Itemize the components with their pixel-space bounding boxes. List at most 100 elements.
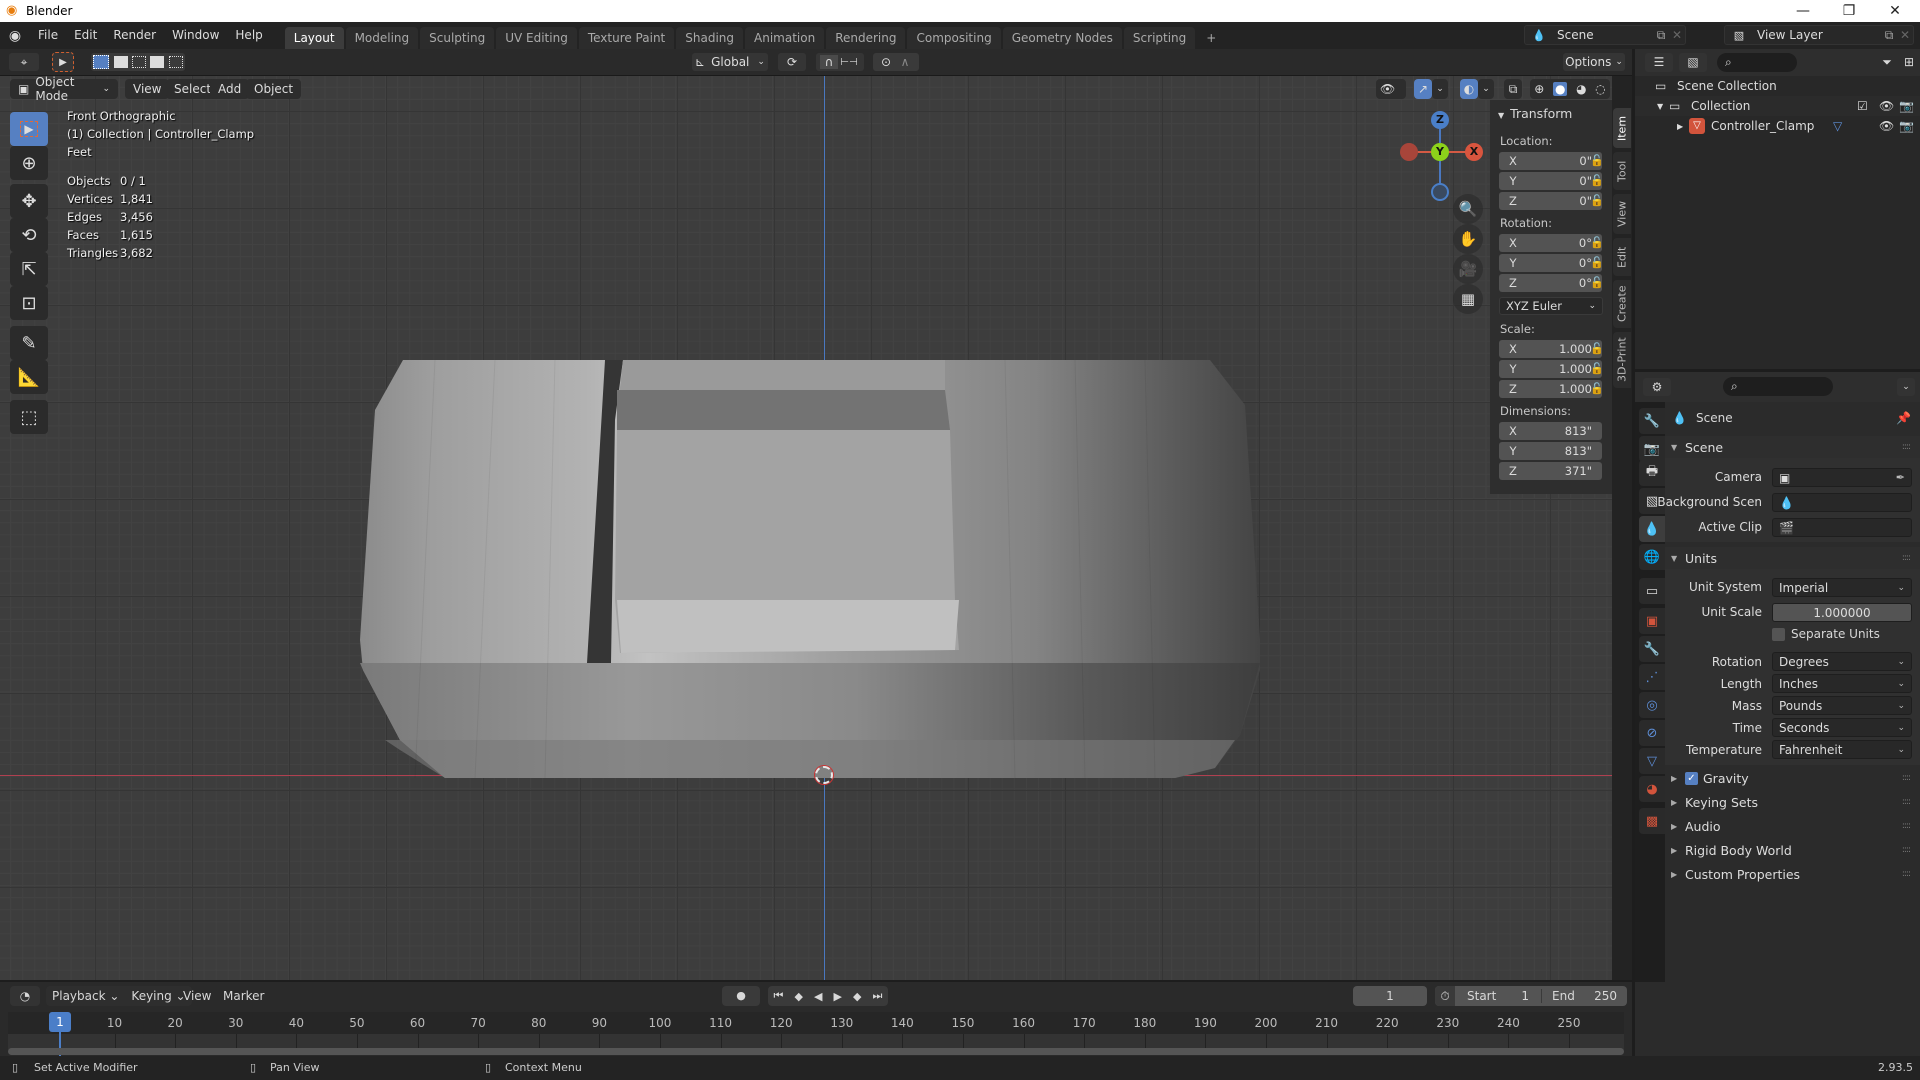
jump-end-icon[interactable]: ⏭ (873, 989, 883, 1003)
tab-compositing[interactable]: Compositing (907, 27, 1001, 49)
render-properties-tab[interactable]: 📷 (1639, 436, 1665, 462)
auto-keying-toggle[interactable]: ● (722, 986, 760, 1006)
mode-dropdown[interactable]: ▣ Object Mode ⌄ (10, 76, 118, 103)
location-x-field[interactable]: X 0" (1499, 152, 1602, 170)
tab-modeling[interactable]: Modeling (345, 27, 419, 49)
play-reverse-icon[interactable]: ◀ (814, 990, 822, 1003)
render-camera-icon[interactable]: 📷 (1899, 99, 1914, 113)
view-layer-selector[interactable]: ▧ View Layer ⧉ ✕ (1724, 25, 1914, 45)
gizmo-neg-z-axis[interactable] (1431, 183, 1449, 201)
new-scene-icon[interactable]: ⧉ (1653, 28, 1669, 43)
sidebar-tab-item[interactable]: Item (1613, 108, 1631, 148)
dimension-y-field[interactable]: Y 813" (1499, 442, 1602, 460)
rendered-shading-icon[interactable]: ◌ (1595, 82, 1605, 96)
tab-rendering[interactable]: Rendering (826, 27, 906, 49)
lock-icon[interactable]: 🔓 (1590, 154, 1604, 168)
active-clip-field[interactable]: 🎬 (1772, 518, 1912, 537)
properties-editor-type-icon[interactable]: ⚙ (1643, 378, 1671, 396)
view-layer-name[interactable]: View Layer (1753, 28, 1881, 42)
select-box-tool[interactable]: ▶ (10, 112, 48, 146)
blender-menu-icon[interactable]: ◉ (0, 28, 30, 44)
drag-grip-icon[interactable]: :::: (1902, 869, 1911, 879)
drag-grip-icon[interactable]: :::: (1902, 797, 1911, 807)
snap-increment-icon[interactable]: ⊢⊣ (838, 57, 860, 68)
snap-magnet-icon[interactable]: ∩ (820, 55, 838, 69)
scene-name[interactable]: Scene (1553, 28, 1653, 42)
scene-selector[interactable]: 💧 Scene ⧉ ✕ (1524, 25, 1686, 45)
tab-geometry-nodes[interactable]: Geometry Nodes (1002, 27, 1122, 49)
ortho-toggle-button[interactable]: ▦ (1453, 284, 1483, 314)
menu-edit[interactable]: Edit (66, 22, 105, 49)
audio-section-header[interactable]: ▶ Audio:::: (1665, 815, 1920, 837)
lock-icon[interactable]: 🔓 (1590, 174, 1604, 188)
units-section-header[interactable]: ▼ Units:::: (1665, 547, 1920, 569)
separate-units-checkbox[interactable]: Separate Units (1772, 627, 1880, 641)
world-properties-tab[interactable]: 🌐 (1639, 544, 1665, 570)
pan-view-button[interactable]: ✋ (1453, 224, 1483, 254)
rotation-x-field[interactable]: X 0° (1499, 234, 1602, 252)
timeline-scrollbar[interactable] (8, 1048, 1624, 1055)
timeline-marker-menu[interactable]: Marker (223, 989, 264, 1003)
outliner-editor-type-icon[interactable]: ☰ (1645, 53, 1673, 72)
next-keyframe-icon[interactable]: ◆ (853, 990, 861, 1003)
filter-icon[interactable]: ⏷ (1875, 53, 1899, 72)
mesh-data-icon[interactable]: ▽ (1833, 119, 1842, 133)
3d-viewport[interactable]: ▣ Object Mode ⌄ View Select Add Object 👁… (0, 76, 1612, 980)
properties-options-dropdown[interactable]: ⌄ (1897, 378, 1915, 396)
stopwatch-icon[interactable]: ⏱ (1435, 986, 1455, 1006)
select-intersect-icon[interactable] (168, 56, 183, 68)
dimension-z-field[interactable]: Z 371" (1499, 462, 1602, 480)
gravity-section-header[interactable]: ▶ ✓ Gravity:::: (1665, 767, 1920, 789)
gravity-checkbox[interactable]: ✓ (1685, 771, 1698, 785)
outliner-row-scene-collection[interactable]: ▭ Scene Collection (1635, 76, 1920, 96)
eyedropper-icon[interactable]: ✒ (1896, 471, 1905, 484)
outliner-search-input[interactable]: ⌕ (1717, 53, 1797, 72)
material-shading-icon[interactable]: ◕ (1576, 82, 1586, 96)
transform-tool[interactable]: ⊡ (10, 286, 48, 320)
gizmo-dropdown[interactable]: ⌄ (1432, 79, 1448, 99)
end-frame-field[interactable]: End 250 (1541, 989, 1627, 1003)
drag-grip-icon[interactable]: :::: (1902, 442, 1911, 452)
pivot-point-dropdown[interactable]: ⟳ (777, 52, 807, 72)
lock-icon[interactable]: 🔓 (1590, 342, 1604, 356)
select-subtract-icon[interactable] (131, 56, 146, 68)
drag-grip-icon[interactable]: :::: (1902, 845, 1911, 855)
menu-window[interactable]: Window (164, 22, 227, 49)
select-extend-icon[interactable] (113, 56, 128, 68)
overlays-toggle[interactable]: ◐ (1460, 79, 1478, 99)
new-view-layer-icon[interactable]: ⧉ (1881, 28, 1897, 43)
measure-tool[interactable]: 📐 (10, 360, 48, 394)
move-tool[interactable]: ✥ (10, 184, 48, 218)
transform-orientation-dropdown[interactable]: ⊾ Global ⌄ (691, 52, 769, 72)
annotate-tool[interactable]: ✎ (10, 326, 48, 360)
gizmo-y-axis[interactable]: Y (1431, 143, 1449, 161)
checkbox-box[interactable] (1772, 627, 1785, 641)
mass-units-dropdown[interactable]: Pounds ⌄ (1772, 696, 1912, 715)
temperature-units-dropdown[interactable]: Fahrenheit ⌄ (1772, 740, 1912, 759)
falloff-icon[interactable]: ∧ (895, 55, 915, 69)
render-camera-icon[interactable]: 📷 (1899, 119, 1914, 133)
outliner-row-collection[interactable]: ▼ ▭ Collection ☑ 👁 📷 (1635, 96, 1920, 116)
rotation-z-field[interactable]: Z 0° (1499, 274, 1602, 292)
3d-cursor-icon[interactable] (815, 766, 833, 784)
delete-scene-icon[interactable]: ✕ (1669, 28, 1685, 42)
keying-sets-section-header[interactable]: ▶ Keying Sets:::: (1665, 791, 1920, 813)
rigid-body-world-section-header[interactable]: ▶ Rigid Body World:::: (1665, 839, 1920, 861)
gizmo-z-axis[interactable]: Z (1431, 111, 1449, 129)
texture-properties-tab[interactable]: ▩ (1639, 808, 1665, 834)
timeline-view-menu[interactable]: View (183, 989, 211, 1003)
menu-object[interactable]: Object (246, 79, 302, 99)
scale-z-field[interactable]: Z 1.000 (1499, 380, 1602, 398)
add-cube-tool[interactable]: ⬚ (10, 400, 48, 434)
lock-icon[interactable]: 🔓 (1590, 256, 1604, 270)
playback-menu[interactable]: Playback ⌄ (46, 986, 125, 1006)
playhead-frame-indicator[interactable]: 1 (49, 1012, 71, 1032)
maximize-button[interactable]: ❐ (1826, 0, 1872, 22)
options-dropdown[interactable]: Options ⌄ (1562, 52, 1626, 72)
select-invert-icon[interactable] (150, 56, 165, 68)
tab-sculpting[interactable]: Sculpting (420, 27, 495, 49)
unit-system-dropdown[interactable]: Imperial ⌄ (1772, 578, 1912, 597)
drag-grip-icon[interactable]: :::: (1902, 821, 1911, 831)
scale-x-field[interactable]: X 1.000 (1499, 340, 1602, 358)
sidebar-tab-edit[interactable]: Edit (1613, 238, 1631, 276)
